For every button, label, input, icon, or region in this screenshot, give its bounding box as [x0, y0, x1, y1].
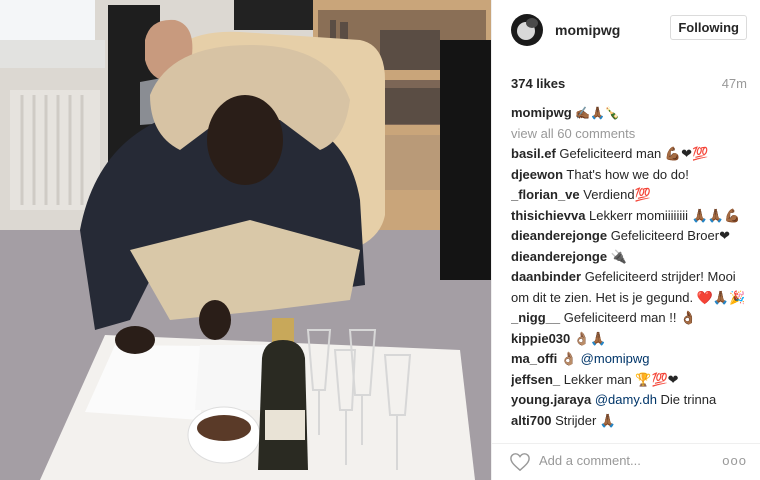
post-stats: 374 likes 47m [511, 76, 747, 91]
comment-username[interactable]: young.jaraya [511, 392, 591, 407]
comment-text: Strijder 🙏🏾 [551, 412, 617, 428]
comment-text: That's how we do do! [563, 166, 689, 182]
comment-item: thisichievva Lekkerr momiiiiiiii 🙏🏾🙏🏾💪🏾 [511, 206, 747, 227]
comment-username[interactable]: kippie030 [511, 331, 570, 346]
comment-username[interactable]: dieanderejonge [511, 249, 607, 264]
comment-mention-link[interactable]: @momipwg [581, 351, 650, 366]
comment-text: Lekkerr momiiiiiiii 🙏🏾🙏🏾💪🏾 [585, 207, 741, 223]
comment-username[interactable]: djeewon [511, 167, 563, 182]
view-all-comments-link[interactable]: view all 60 comments [511, 124, 747, 145]
post-photo[interactable] [0, 0, 491, 480]
comment-username[interactable]: basil.ef [511, 146, 556, 161]
comment-username[interactable]: thisichievva [511, 208, 585, 223]
add-comment-input[interactable]: Add a comment... [539, 453, 641, 468]
comment-item: dieanderejonge 🔌 [511, 247, 747, 268]
photo-illustration [0, 0, 491, 480]
more-options-icon[interactable]: ooo [722, 453, 747, 468]
comment-item: young.jaraya @damy.dh Die trinna [511, 390, 747, 411]
comment-text: Lekker man 🏆💯❤ [560, 371, 679, 387]
likes-count[interactable]: 374 likes [511, 76, 565, 91]
comment-username[interactable]: daanbinder [511, 269, 581, 284]
comment-username[interactable]: jeffsen_ [511, 372, 560, 387]
comment-text: 🔌 [607, 248, 627, 264]
post-details-panel: momipwg Following 374 likes 47m momipwg … [491, 0, 760, 480]
comment-username[interactable]: dieanderejonge [511, 228, 607, 243]
avatar[interactable] [511, 14, 543, 46]
comment-username[interactable]: _nigg__ [511, 310, 560, 325]
caption-text: ✍🏾🙏🏾🍾 [571, 106, 620, 120]
comment-text: Verdiend💯 [579, 187, 651, 202]
comment-text: Gefeliciteerd Broer❤ [607, 228, 730, 243]
comment-bar: Add a comment... ooo [492, 443, 760, 480]
comment-text: Gefeliciteerd man 💪🏾❤💯 [555, 146, 709, 161]
comment-text: 👌🏽🙏🏾 [570, 330, 607, 346]
comment-username[interactable]: alti700 [511, 413, 551, 428]
comment-item: daanbinder Gefeliciteerd strijder! Mooi … [511, 267, 747, 308]
comment-item: alti700 Strijder 🙏🏾 [511, 411, 747, 429]
comment-item: kippie030 👌🏽🙏🏾 [511, 329, 747, 350]
comment-username[interactable]: ma_offi [511, 351, 557, 366]
post-timestamp[interactable]: 47m [722, 76, 747, 91]
comment-mention-link[interactable]: @damy.dh [595, 392, 657, 407]
comment-item: djeewon That's how we do do! [511, 165, 747, 186]
comment-text: 👌🏽 [557, 351, 578, 366]
post-author-username[interactable]: momipwg [555, 22, 620, 38]
avatar-image-detail [526, 18, 538, 28]
comment-item: _nigg__ Gefeliciteerd man !! 👌🏾 [511, 308, 747, 329]
post-header: momipwg Following [492, 0, 760, 60]
comment-item: jeffsen_ Lekker man 🏆💯❤ [511, 370, 747, 391]
instagram-post-view: momipwg Following 374 likes 47m momipwg … [0, 0, 760, 480]
comment-item: dieanderejonge Gefeliciteerd Broer❤ [511, 226, 747, 247]
comment-text: Die trinna [656, 392, 717, 407]
comments-list: momipwg ✍🏾🙏🏾🍾 view all 60 comments basil… [511, 103, 747, 428]
following-button[interactable]: Following [670, 15, 747, 40]
heart-icon[interactable] [509, 452, 531, 472]
comment-username[interactable]: _florian_ve [511, 187, 580, 202]
comment-text: Gefeliciteerd man !! 👌🏾 [560, 310, 697, 325]
caption: momipwg ✍🏾🙏🏾🍾 [511, 103, 747, 124]
comment-item: basil.ef Gefeliciteerd man 💪🏾❤💯 [511, 144, 747, 165]
caption-username[interactable]: momipwg [511, 105, 572, 120]
comment-item: _florian_ve Verdiend💯 [511, 185, 747, 206]
comment-item: ma_offi 👌🏽 @momipwg [511, 349, 747, 370]
